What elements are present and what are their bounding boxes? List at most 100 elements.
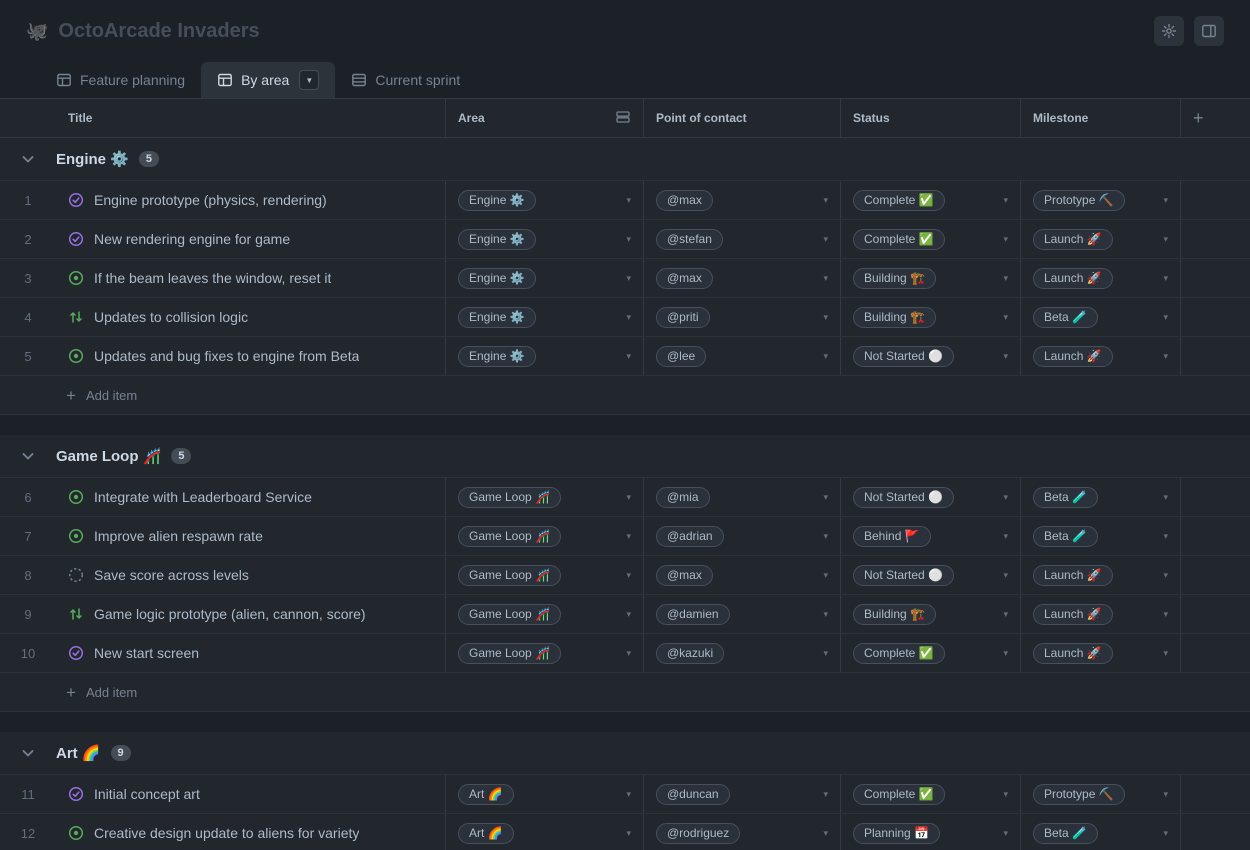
title-cell[interactable]: New rendering engine for game	[56, 220, 445, 258]
title-cell[interactable]: Improve alien respawn rate	[56, 517, 445, 555]
milestone-cell[interactable]: Launch 🚀▾	[1020, 259, 1180, 297]
milestone-cell[interactable]: Beta 🧪▾	[1020, 814, 1180, 850]
issue-closed-icon	[68, 192, 84, 208]
chevron-down-icon[interactable]	[0, 151, 56, 167]
area-cell[interactable]: Game Loop 🎢▾	[445, 595, 643, 633]
status-cell[interactable]: Building 🏗️▾	[840, 595, 1020, 633]
area-cell[interactable]: Game Loop 🎢▾	[445, 517, 643, 555]
tab-current-sprint[interactable]: Current sprint	[335, 62, 476, 98]
title-cell[interactable]: Creative design update to aliens for var…	[56, 814, 445, 850]
contact-cell[interactable]: @rodriguez▾	[643, 814, 840, 850]
column-point-of-contact[interactable]: Point of contact	[643, 99, 840, 137]
area-cell[interactable]: Game Loop 🎢▾	[445, 556, 643, 594]
milestone-cell[interactable]: Beta 🧪▾	[1020, 298, 1180, 336]
table-row[interactable]: 5Updates and bug fixes to engine from Be…	[0, 337, 1250, 376]
group-header[interactable]: Engine ⚙️5	[0, 138, 1250, 181]
contact-cell[interactable]: @damien▾	[643, 595, 840, 633]
area-cell[interactable]: Engine ⚙️▾	[445, 298, 643, 336]
chevron-down-icon[interactable]	[0, 745, 56, 761]
gear-icon[interactable]	[1154, 16, 1184, 46]
title-cell[interactable]: New start screen	[56, 634, 445, 672]
milestone-cell[interactable]: Beta 🧪▾	[1020, 517, 1180, 555]
dropdown-caret-icon: ▾	[626, 648, 631, 659]
add-item-button[interactable]: +Add item	[0, 376, 1250, 415]
milestone-cell[interactable]: Launch 🚀▾	[1020, 595, 1180, 633]
status-cell[interactable]: Not Started ⚪▾	[840, 556, 1020, 594]
column-milestone[interactable]: Milestone	[1020, 99, 1180, 137]
group-header[interactable]: Game Loop 🎢5	[0, 435, 1250, 478]
milestone-cell[interactable]: Launch 🚀▾	[1020, 220, 1180, 258]
status-cell[interactable]: Complete ✅▾	[840, 181, 1020, 219]
tab-feature-planning[interactable]: Feature planning	[40, 62, 201, 98]
row-end-cell	[1180, 298, 1250, 336]
title-cell[interactable]: Save score across levels	[56, 556, 445, 594]
contact-cell[interactable]: @adrian▾	[643, 517, 840, 555]
table-row[interactable]: 8Save score across levelsGame Loop 🎢▾@ma…	[0, 556, 1250, 595]
contact-cell[interactable]: @kazuki▾	[643, 634, 840, 672]
table-row[interactable]: 10New start screenGame Loop 🎢▾@kazuki▾Co…	[0, 634, 1250, 673]
rows-density-icon[interactable]	[615, 109, 631, 128]
dropdown-caret-icon: ▾	[626, 351, 631, 362]
title-cell[interactable]: Integrate with Leaderboard Service	[56, 478, 445, 516]
dropdown-caret-icon: ▾	[626, 789, 631, 800]
area-cell[interactable]: Art 🌈▾	[445, 775, 643, 813]
milestone-cell[interactable]: Prototype ⛏️▾	[1020, 775, 1180, 813]
tab-options-caret-icon[interactable]: ▼	[299, 70, 319, 90]
table-row[interactable]: 3If the beam leaves the window, reset it…	[0, 259, 1250, 298]
area-cell[interactable]: Engine ⚙️▾	[445, 337, 643, 375]
title-cell[interactable]: Updates to collision logic	[56, 298, 445, 336]
table-row[interactable]: 2New rendering engine for gameEngine ⚙️▾…	[0, 220, 1250, 259]
status-cell[interactable]: Building 🏗️▾	[840, 298, 1020, 336]
column-area[interactable]: Area	[445, 99, 643, 137]
area-cell[interactable]: Engine ⚙️▾	[445, 220, 643, 258]
title-cell[interactable]: Updates and bug fixes to engine from Bet…	[56, 337, 445, 375]
milestone-cell[interactable]: Beta 🧪▾	[1020, 478, 1180, 516]
milestone-cell[interactable]: Prototype ⛏️▾	[1020, 181, 1180, 219]
add-column-button[interactable]: +	[1180, 99, 1250, 137]
table-row[interactable]: 9Game logic prototype (alien, cannon, sc…	[0, 595, 1250, 634]
tab-by-area[interactable]: By area ▼	[201, 62, 335, 98]
table-row[interactable]: 7Improve alien respawn rateGame Loop 🎢▾@…	[0, 517, 1250, 556]
contact-cell[interactable]: @duncan▾	[643, 775, 840, 813]
area-cell[interactable]: Art 🌈▾	[445, 814, 643, 850]
area-cell[interactable]: Game Loop 🎢▾	[445, 634, 643, 672]
column-status[interactable]: Status	[840, 99, 1020, 137]
area-cell[interactable]: Engine ⚙️▾	[445, 259, 643, 297]
chevron-down-icon[interactable]	[0, 448, 56, 464]
status-cell[interactable]: Not Started ⚪▾	[840, 478, 1020, 516]
milestone-cell[interactable]: Launch 🚀▾	[1020, 634, 1180, 672]
add-item-button[interactable]: +Add item	[0, 673, 1250, 712]
table-row[interactable]: 12Creative design update to aliens for v…	[0, 814, 1250, 850]
column-title[interactable]: Title	[56, 99, 445, 137]
table-row[interactable]: 11Initial concept artArt 🌈▾@duncan▾Compl…	[0, 775, 1250, 814]
status-cell[interactable]: Not Started ⚪▾	[840, 337, 1020, 375]
title-cell[interactable]: If the beam leaves the window, reset it	[56, 259, 445, 297]
status-cell[interactable]: Complete ✅▾	[840, 634, 1020, 672]
status-cell[interactable]: Planning 📅▾	[840, 814, 1020, 850]
contact-cell[interactable]: @max▾	[643, 181, 840, 219]
status-cell[interactable]: Building 🏗️▾	[840, 259, 1020, 297]
status-value: Not Started ⚪	[853, 565, 954, 586]
milestone-cell[interactable]: Launch 🚀▾	[1020, 337, 1180, 375]
side-panel-icon[interactable]	[1194, 16, 1224, 46]
title-cell[interactable]: Game logic prototype (alien, cannon, sco…	[56, 595, 445, 633]
contact-cell[interactable]: @priti▾	[643, 298, 840, 336]
table-row[interactable]: 4Updates to collision logicEngine ⚙️▾@pr…	[0, 298, 1250, 337]
title-cell[interactable]: Engine prototype (physics, rendering)	[56, 181, 445, 219]
area-cell[interactable]: Game Loop 🎢▾	[445, 478, 643, 516]
contact-cell[interactable]: @max▾	[643, 259, 840, 297]
table-row[interactable]: 6Integrate with Leaderboard ServiceGame …	[0, 478, 1250, 517]
status-cell[interactable]: Complete ✅▾	[840, 775, 1020, 813]
milestone-cell[interactable]: Launch 🚀▾	[1020, 556, 1180, 594]
contact-cell[interactable]: @lee▾	[643, 337, 840, 375]
area-value: Game Loop 🎢	[458, 526, 561, 547]
status-cell[interactable]: Complete ✅▾	[840, 220, 1020, 258]
contact-cell[interactable]: @max▾	[643, 556, 840, 594]
title-cell[interactable]: Initial concept art	[56, 775, 445, 813]
status-cell[interactable]: Behind 🚩▾	[840, 517, 1020, 555]
table-row[interactable]: 1Engine prototype (physics, rendering)En…	[0, 181, 1250, 220]
contact-cell[interactable]: @stefan▾	[643, 220, 840, 258]
area-cell[interactable]: Engine ⚙️▾	[445, 181, 643, 219]
contact-cell[interactable]: @mia▾	[643, 478, 840, 516]
group-header[interactable]: Art 🌈9	[0, 732, 1250, 775]
